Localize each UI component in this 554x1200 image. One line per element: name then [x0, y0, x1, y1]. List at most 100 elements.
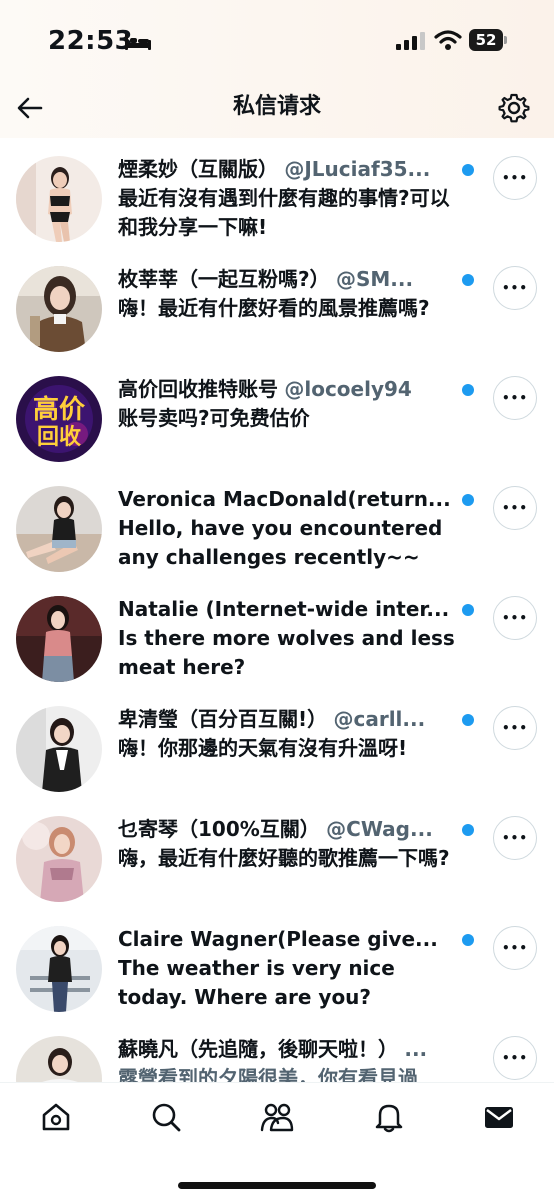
display-name: 蘇曉凡（先追隨，後聊天啦！） [118, 1037, 398, 1061]
more-icon: ••• [501, 721, 528, 735]
more-options-button[interactable]: ••• [493, 266, 537, 310]
more-options-button[interactable]: ••• [493, 706, 537, 750]
wifi-icon [434, 30, 462, 50]
tab-messages[interactable] [479, 1097, 519, 1137]
conversation-title: Claire Wagner(Please give... [118, 924, 456, 954]
status-time: 22:53 [48, 26, 134, 56]
user-handle: @SM... [335, 267, 414, 291]
more-icon: ••• [501, 941, 528, 955]
bell-icon [375, 1104, 403, 1133]
message-preview: 嗨！你那邊的天氣有沒有升溫呀! [118, 736, 408, 760]
more-icon: ••• [501, 171, 528, 185]
more-icon: ••• [501, 391, 528, 405]
unread-dot-icon [462, 934, 474, 946]
display-name: Natalie (Internet-wide inter... [118, 597, 450, 621]
conversation-title: 卑清瑩（百分百互關!） @carll... [118, 704, 456, 734]
conversation-title: 高价回收推特账号 @locoely94 [118, 374, 456, 404]
back-button[interactable] [14, 92, 46, 124]
more-options-button[interactable]: ••• [493, 376, 537, 420]
display-name: 高价回收推特账号 [118, 377, 278, 401]
avatar [16, 816, 102, 902]
display-name: 乜寄琴（100%互關） [118, 817, 320, 841]
conversation-item[interactable]: Claire Wagner(Please give... The weather… [0, 910, 554, 1020]
tab-search[interactable] [146, 1097, 186, 1137]
avatar: 高价 回收 [16, 376, 102, 462]
conversation-title: 枚莘莘（一起互粉嗎?） @SM... [118, 264, 456, 294]
more-icon: ••• [501, 611, 528, 625]
message-request-list: 煙柔妙（互關版） @JLuciaf35... 最近有沒有遇到什麼有趣的事情?可以… [0, 140, 554, 1082]
settings-button[interactable] [498, 92, 530, 124]
page-title: 私信请求 [232, 94, 321, 119]
battery-level: 52 [469, 29, 503, 51]
more-options-button[interactable]: ••• [493, 156, 537, 200]
unread-dot-icon [462, 494, 474, 506]
message-preview: 露營看到的夕陽很美，你有看見過 [118, 1066, 418, 1082]
tab-home[interactable] [36, 1097, 76, 1137]
more-options-button[interactable]: ••• [493, 816, 537, 860]
message-preview: Is there more wolves and less meat here? [118, 626, 455, 679]
unread-dot-icon [462, 384, 474, 396]
conversation-title: Natalie (Internet-wide inter... [118, 594, 456, 624]
communities-icon [260, 1103, 294, 1132]
avatar [16, 706, 102, 792]
more-icon: ••• [501, 501, 528, 515]
search-icon [152, 1103, 181, 1132]
arrow-left-icon [17, 97, 43, 119]
conversation-item[interactable]: 乜寄琴（100%互關） @CWag... 嗨，最近有什麼好聽的歌推薦一下嗎? •… [0, 800, 554, 910]
envelope-icon [485, 1107, 513, 1128]
display-name: 卑清瑩（百分百互關!） [118, 707, 328, 731]
conversation-item[interactable]: 煙柔妙（互關版） @JLuciaf35... 最近有沒有遇到什麼有趣的事情?可以… [0, 140, 554, 250]
conversation-title: 乜寄琴（100%互關） @CWag... [118, 814, 456, 844]
more-options-button[interactable]: ••• [493, 926, 537, 970]
message-preview: The weather is very nice today. Where ar… [118, 956, 395, 1009]
sleep-bed-icon [125, 34, 151, 50]
conversation-item[interactable]: 高价 回收 高价回收推特账号 @locoely94 账号卖吗?可免费估价 ••• [0, 360, 554, 470]
battery-indicator: 52 [469, 29, 507, 51]
display-name: Claire Wagner(Please give... [118, 927, 438, 951]
conversation-item[interactable]: Veronica MacDonald(return... Hello, have… [0, 470, 554, 580]
more-icon: ••• [501, 1051, 528, 1065]
user-handle: @JLuciaf35... [284, 157, 431, 181]
user-handle: @CWag... [326, 817, 433, 841]
message-preview: 嗨！最近有什麼好看的風景推薦嗎? [118, 296, 430, 320]
avatar [16, 1036, 102, 1082]
message-preview: 账号卖吗?可免费估价 [118, 406, 310, 430]
conversation-item[interactable]: 卑清瑩（百分百互關!） @carll... 嗨！你那邊的天氣有沒有升溫呀! ••… [0, 690, 554, 800]
svg-text:高价: 高价 [33, 394, 86, 425]
display-name: 枚莘莘（一起互粉嗎?） [118, 267, 330, 291]
user-handle: @locoely94 [284, 377, 412, 401]
conversation-item[interactable]: 枚莘莘（一起互粉嗎?） @SM... 嗨！最近有什麼好看的風景推薦嗎? ••• [0, 250, 554, 360]
message-preview: 嗨，最近有什麼好聽的歌推薦一下嗎? [118, 846, 450, 870]
home-icon [42, 1103, 70, 1131]
unread-dot-icon [462, 604, 474, 616]
conversation-title: Veronica MacDonald(return... [118, 484, 456, 514]
user-handle: ... [404, 1037, 428, 1061]
message-preview: Hello, have you encountered any challeng… [118, 516, 443, 569]
display-name: 煙柔妙（互關版） [118, 157, 278, 181]
unread-dot-icon [462, 274, 474, 286]
avatar [16, 486, 102, 572]
avatar [16, 596, 102, 682]
tab-notifications[interactable] [369, 1097, 409, 1137]
conversation-title: 煙柔妙（互關版） @JLuciaf35... [118, 154, 456, 184]
conversation-item[interactable]: Natalie (Internet-wide inter... Is there… [0, 580, 554, 690]
battery-tip [504, 36, 507, 44]
message-preview: 最近有沒有遇到什麼有趣的事情?可以和我分享一下嘛! [118, 186, 450, 239]
more-options-button[interactable]: ••• [493, 1036, 537, 1080]
avatar [16, 266, 102, 352]
svg-text:回收: 回收 [37, 424, 81, 450]
avatar [16, 926, 102, 1012]
display-name: Veronica MacDonald(return... [118, 487, 451, 511]
more-options-button[interactable]: ••• [493, 486, 537, 530]
conversation-title: 蘇曉凡（先追隨，後聊天啦！） ... [118, 1034, 456, 1064]
more-icon: ••• [501, 831, 528, 845]
conversation-item[interactable]: 蘇曉凡（先追隨，後聊天啦！） ... 露營看到的夕陽很美，你有看見過 ••• [0, 1020, 554, 1082]
signal-icon [396, 32, 425, 50]
unread-dot-icon [462, 164, 474, 176]
tab-communities[interactable] [257, 1097, 297, 1137]
nav-header: 私信请求 [0, 84, 554, 138]
unread-dot-icon [462, 824, 474, 836]
avatar [16, 156, 102, 242]
more-options-button[interactable]: ••• [493, 596, 537, 640]
status-bar: 22:53 52 [0, 0, 554, 84]
